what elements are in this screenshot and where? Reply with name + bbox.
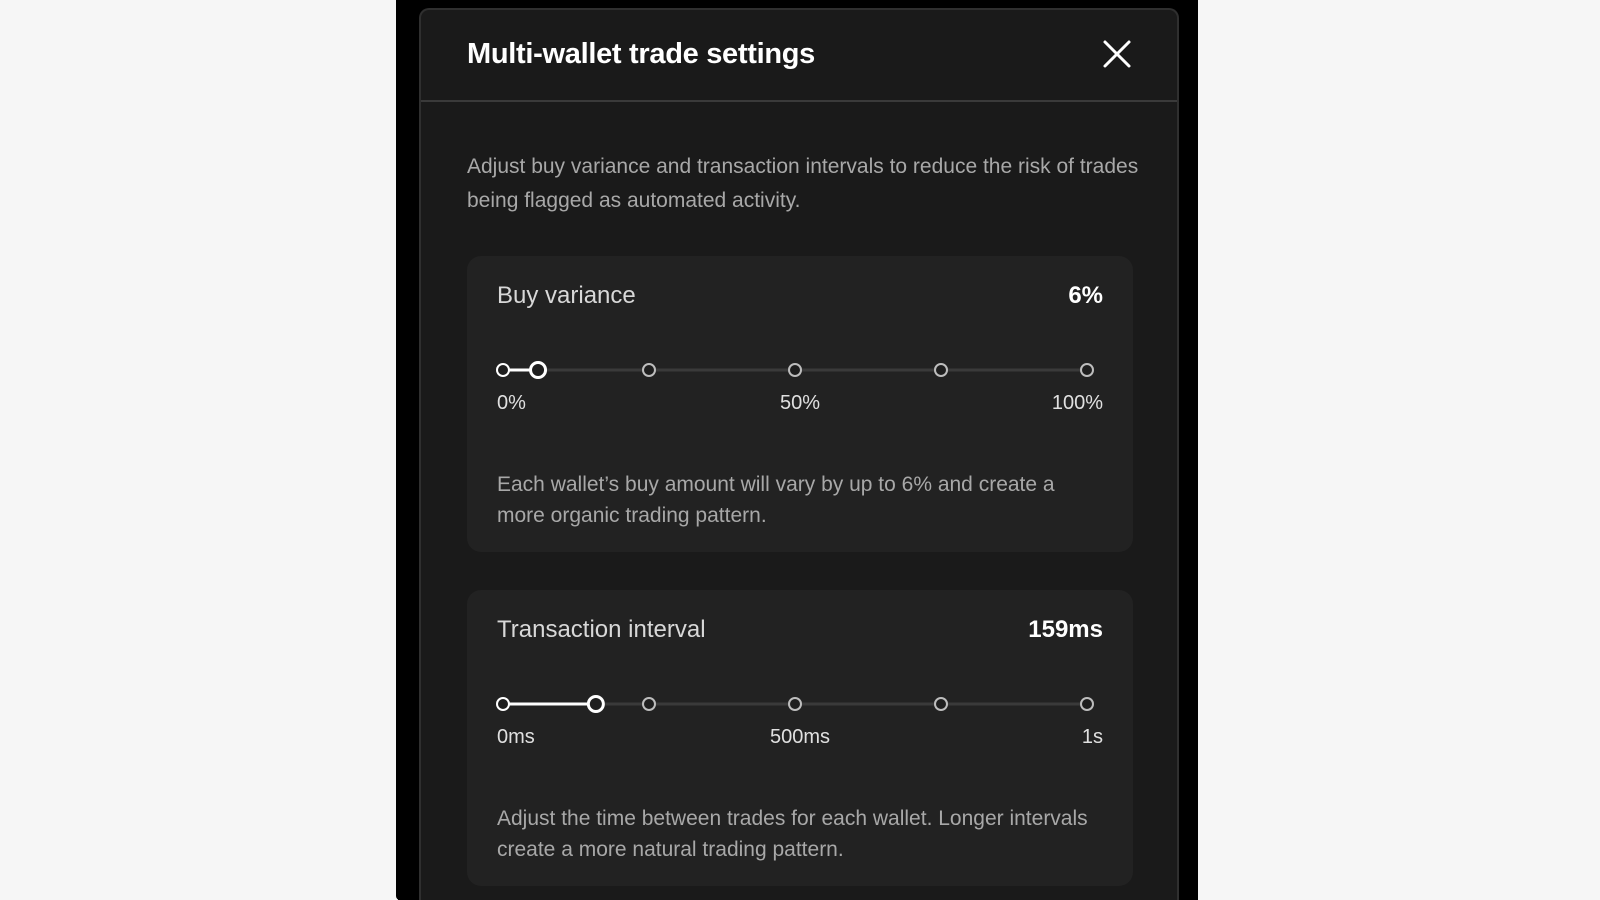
close-icon: [1103, 40, 1131, 68]
transaction-interval-tick-mid: 500ms: [769, 726, 831, 748]
slider-handle[interactable]: [586, 695, 605, 713]
transaction-interval-tick-min: 0ms: [497, 726, 535, 748]
slider-step-dot[interactable]: [1080, 697, 1094, 711]
transaction-interval-value: 159ms: [1028, 616, 1103, 643]
slider-handle[interactable]: [529, 361, 548, 379]
close-button[interactable]: [1097, 34, 1137, 74]
transaction-interval-card: Transaction interval 159ms 0ms 500ms 1s …: [467, 590, 1133, 886]
buy-variance-slider[interactable]: 0% 50% 100%: [496, 360, 1103, 420]
buy-variance-help: Each wallet’s buy amount will vary by up…: [497, 473, 1055, 527]
buy-variance-tick-mid: 50%: [779, 392, 821, 414]
slider-step-dot[interactable]: [496, 697, 510, 711]
screen: Multi-wallet trade settings Adjust buy v…: [0, 0, 1600, 900]
modal-description: Adjust buy variance and transaction inte…: [467, 155, 1139, 212]
buy-variance-value: 6%: [1068, 282, 1103, 309]
modal-header: Multi-wallet trade settings: [421, 10, 1177, 102]
slider-step-dot[interactable]: [934, 697, 948, 711]
slider-step-dot[interactable]: [1080, 363, 1094, 377]
buy-variance-card: Buy variance 6% 0% 50% 100% Each wallet’…: [467, 256, 1133, 552]
buy-variance-tick-max: 100%: [1051, 392, 1103, 414]
buy-variance-title: Buy variance: [497, 282, 636, 309]
modal-title: Multi-wallet trade settings: [467, 38, 815, 70]
buy-variance-tick-min: 0%: [497, 392, 526, 414]
slider-step-dot[interactable]: [642, 697, 656, 711]
trade-settings-modal: Multi-wallet trade settings Adjust buy v…: [419, 8, 1179, 900]
transaction-interval-slider[interactable]: 0ms 500ms 1s: [496, 694, 1103, 754]
transaction-interval-title: Transaction interval: [497, 616, 706, 643]
slider-step-dot[interactable]: [642, 363, 656, 377]
transaction-interval-help: Adjust the time between trades for each …: [497, 807, 1088, 861]
slider-step-dot[interactable]: [788, 363, 802, 377]
slider-step-dot[interactable]: [788, 697, 802, 711]
slider-step-dot[interactable]: [934, 363, 948, 377]
transaction-interval-tick-max: 1s: [1081, 726, 1103, 748]
slider-step-dot[interactable]: [496, 363, 510, 377]
